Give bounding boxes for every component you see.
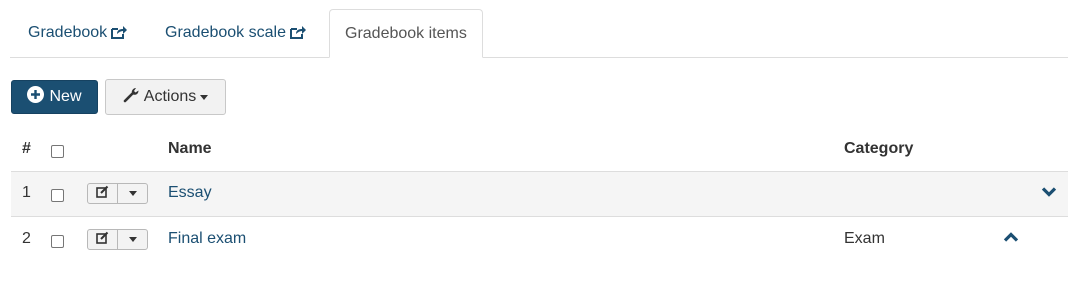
row-checkbox[interactable] [51,189,64,202]
column-header-number: # [22,140,31,157]
row-action-group [87,229,148,250]
row-action-group [87,183,148,204]
row-number: 2 [22,230,31,247]
select-all-checkbox[interactable] [51,145,64,158]
new-button-label: New [49,88,82,105]
tab-gradebook-scale[interactable]: Gradebook scale [147,9,325,56]
item-name-link[interactable]: Essay [168,184,212,202]
item-name-link[interactable]: Final exam [168,230,246,248]
edit-icon [96,231,109,249]
tab-gradebook[interactable]: Gradebook [10,9,146,56]
new-button[interactable]: New [11,80,98,114]
chevron-up-icon[interactable] [1003,230,1019,248]
edit-button[interactable] [88,184,118,203]
tab-label: Gradebook scale [165,24,286,41]
caret-down-icon [128,191,137,196]
tab-bar: Gradebook Gradebook scale Gradebook item… [10,9,1068,58]
tab-label: Gradebook [28,24,108,41]
caret-down-icon [128,237,137,242]
edit-icon [96,185,109,203]
edit-button[interactable] [88,230,118,249]
row-dropdown-button[interactable] [118,230,147,249]
actions-button-label: Actions [143,88,197,105]
column-header-name: Name [168,140,212,157]
row-checkbox[interactable] [51,235,64,248]
caret-down-icon [200,94,209,100]
tab-label: Gradebook items [345,25,467,42]
chevron-down-icon[interactable] [1041,185,1057,203]
actions-button[interactable]: Actions [105,79,226,115]
item-category: Exam [844,230,885,247]
column-header-category: Category [844,140,914,157]
row-dropdown-button[interactable] [118,184,147,203]
row-number: 1 [22,184,31,201]
external-link-icon [111,11,128,58]
external-link-icon [289,11,307,58]
tab-gradebook-items[interactable]: Gradebook items [329,9,483,58]
wrench-icon [123,86,140,108]
plus-circle-icon [27,86,45,108]
